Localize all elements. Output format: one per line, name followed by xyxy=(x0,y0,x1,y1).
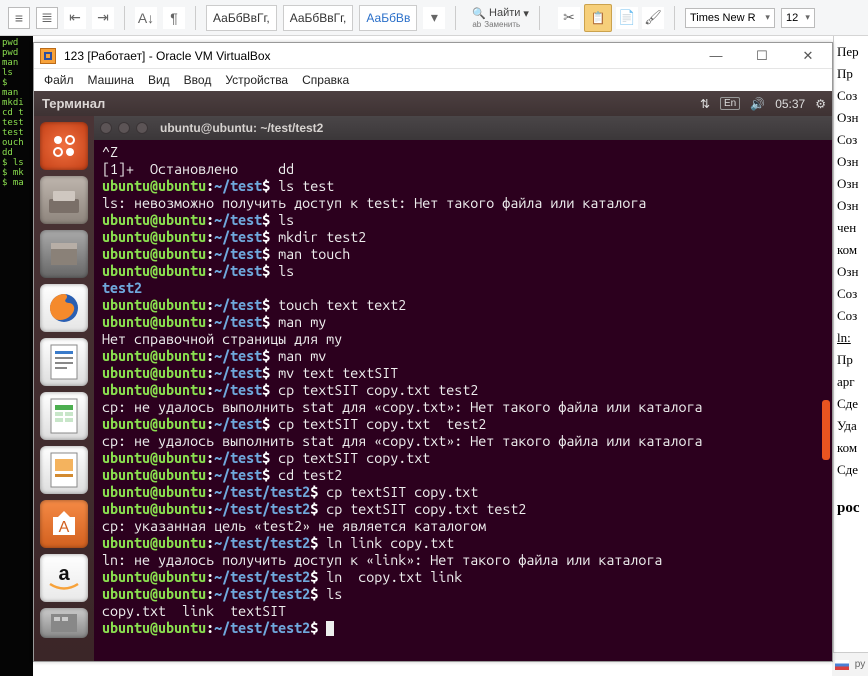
terminal-line: ubuntu@ubuntu:~/test/test2$ xyxy=(102,620,824,637)
terminal-line: ubuntu@ubuntu:~/test$ ls test xyxy=(102,178,824,195)
copy-button[interactable]: 📄 xyxy=(616,7,638,29)
ubuntu-software-icon[interactable]: A xyxy=(40,500,88,548)
archive-manager-icon[interactable] xyxy=(40,230,88,278)
background-terminal-sliver: pwdpwdmanls$manmkdicd ttesttestouch dd$ … xyxy=(0,36,33,676)
maximize-button[interactable]: ☐ xyxy=(748,46,776,66)
terminal-line: copy.txt link textSIT xyxy=(102,603,824,620)
flag-icon xyxy=(835,660,849,670)
menu-machine[interactable]: Машина xyxy=(88,73,134,87)
amazon-icon[interactable]: a xyxy=(40,554,88,602)
gnome-terminal-window: ubuntu@ubuntu: ~/test/test2 ^Z[1]+ Остан… xyxy=(94,116,832,661)
terminal-close-icon[interactable] xyxy=(100,122,112,134)
word-document-sliver: ПерПрСозОзнСозОзнОзнОзнченкомОзнСозСозln… xyxy=(833,36,868,652)
libreoffice-calc-icon[interactable] xyxy=(40,392,88,440)
virtualbox-window: 123 [Работает] - Oracle VM VirtualBox — … xyxy=(33,42,833,662)
paste-button[interactable]: 📋 xyxy=(584,4,612,32)
list-button[interactable]: ≡ xyxy=(8,7,30,29)
replace-icon: ab xyxy=(472,20,481,29)
terminal-line: ubuntu@ubuntu:~/test$ mkdir test2 xyxy=(102,229,824,246)
terminal-line: [1]+ Остановлено dd xyxy=(102,161,824,178)
keyboard-indicator[interactable]: En xyxy=(720,97,740,110)
terminal-line: ubuntu@ubuntu:~/test$ man mv xyxy=(102,348,824,365)
style-nospacing[interactable]: АаБбВвГг, xyxy=(283,5,354,31)
numbered-list-button[interactable]: ≣ xyxy=(36,7,58,29)
terminal-titlebar[interactable]: ubuntu@ubuntu: ~/test/test2 xyxy=(94,116,832,140)
terminal-line: ubuntu@ubuntu:~/test$ ls xyxy=(102,212,824,229)
terminal-line: ubuntu@ubuntu:~/test/test2$ ln copy.txt … xyxy=(102,569,824,586)
sound-indicator-icon[interactable]: 🔊 xyxy=(750,97,765,111)
terminal-line: ubuntu@ubuntu:~/test$ touch text text2 xyxy=(102,297,824,314)
terminal-line: test2 xyxy=(102,280,824,297)
terminal-line: ubuntu@ubuntu:~/test/test2$ ls xyxy=(102,586,824,603)
active-app-title: Терминал xyxy=(42,96,105,111)
terminal-line: ubuntu@ubuntu:~/test$ cd test2 xyxy=(102,467,824,484)
unity-launcher: A a xyxy=(34,116,94,661)
system-settings-icon[interactable] xyxy=(40,608,88,638)
terminal-line: ubuntu@ubuntu:~/test$ cp textSIT copy.tx… xyxy=(102,450,824,467)
terminal-line: ubuntu@ubuntu:~/test$ cp textSIT copy.tx… xyxy=(102,382,824,399)
word-ribbon: ≡ ≣ ⇤ ⇥ A↓ ¶ АаБбВвГг, АаБбВвГг, АаБбВв … xyxy=(0,0,868,36)
outdent-button[interactable]: ⇤ xyxy=(64,7,86,29)
terminal-output[interactable]: ^Z[1]+ Остановлено ddubuntu@ubuntu:~/tes… xyxy=(94,140,832,661)
terminal-line: cp: не удалось выполнить stat для «copy.… xyxy=(102,433,824,450)
menu-view[interactable]: Вид xyxy=(148,73,170,87)
settings-gear-icon[interactable]: ⚙ xyxy=(815,97,826,111)
terminal-line: Нет справочной страницы для my xyxy=(102,331,824,348)
virtualbox-icon xyxy=(40,48,56,64)
terminal-line: ubuntu@ubuntu:~/test/test2$ cp textSIT c… xyxy=(102,484,824,501)
paragraph-marks-button[interactable]: ¶ xyxy=(163,7,185,29)
font-size-combo[interactable]: 12▾ xyxy=(781,8,815,28)
terminal-line: ls: невозможно получить доступ к test: Н… xyxy=(102,195,824,212)
terminal-line: ubuntu@ubuntu:~/test/test2$ cp textSIT c… xyxy=(102,501,824,518)
terminal-minimize-icon[interactable] xyxy=(118,122,130,134)
sort-button[interactable]: A↓ xyxy=(135,7,157,29)
word-statusbar: ру xyxy=(832,652,868,676)
terminal-scrollbar-thumb[interactable] xyxy=(822,400,830,460)
cut-button[interactable]: ✂ xyxy=(558,7,580,29)
replace-button[interactable]: ab Заменить xyxy=(472,20,529,29)
libreoffice-writer-icon[interactable] xyxy=(40,338,88,386)
styles-dropdown-icon[interactable]: ▾ xyxy=(423,7,445,29)
terminal-line: cp: не удалось выполнить stat для «copy.… xyxy=(102,399,824,416)
style-normal[interactable]: АаБбВвГг, xyxy=(206,5,277,31)
terminal-line: cp: указанная цель «test2» не является к… xyxy=(102,518,824,535)
terminal-line: ubuntu@ubuntu:~/test$ cp textSIT copy.tx… xyxy=(102,416,824,433)
vbox-titlebar[interactable]: 123 [Работает] - Oracle VM VirtualBox — … xyxy=(34,43,832,69)
menu-file[interactable]: Файл xyxy=(44,73,74,87)
format-painter-button[interactable]: 🖌 xyxy=(642,7,664,29)
search-icon: 🔍 xyxy=(472,7,486,20)
minimize-button[interactable]: — xyxy=(702,46,730,66)
terminal-title: ubuntu@ubuntu: ~/test/test2 xyxy=(160,121,323,135)
style-heading[interactable]: АаБбВв xyxy=(359,5,417,31)
libreoffice-impress-icon[interactable] xyxy=(40,446,88,494)
clock[interactable]: 05:37 xyxy=(775,97,805,111)
svg-text:a: a xyxy=(58,563,70,585)
ubuntu-desktop: A a ubuntu@ubuntu: ~/test/test2 ^Z[1]+ О… xyxy=(34,116,832,661)
close-button[interactable]: ✕ xyxy=(794,46,822,66)
terminal-line: ubuntu@ubuntu:~/test$ man my xyxy=(102,314,824,331)
dash-home-icon[interactable] xyxy=(40,122,88,170)
terminal-line: ^Z xyxy=(102,144,824,161)
vbox-menubar: Файл Машина Вид Ввод Устройства Справка xyxy=(34,69,832,91)
svg-text:A: A xyxy=(59,519,70,536)
terminal-maximize-icon[interactable] xyxy=(136,122,148,134)
menu-help[interactable]: Справка xyxy=(302,73,349,87)
find-button[interactable]: 🔍 Найти ▾ xyxy=(472,7,529,20)
terminal-line: ubuntu@ubuntu:~/test$ ls xyxy=(102,263,824,280)
firefox-icon[interactable] xyxy=(40,284,88,332)
indent-button[interactable]: ⇥ xyxy=(92,7,114,29)
menu-input[interactable]: Ввод xyxy=(184,73,212,87)
terminal-line: ubuntu@ubuntu:~/test$ mv text textSIT xyxy=(102,365,824,382)
files-app-icon[interactable] xyxy=(40,176,88,224)
terminal-line: ubuntu@ubuntu:~/test$ man touch xyxy=(102,246,824,263)
menu-devices[interactable]: Устройства xyxy=(225,73,288,87)
network-indicator-icon[interactable]: ⇅ xyxy=(700,97,710,111)
ubuntu-top-panel: Терминал ⇅ En 🔊 05:37 ⚙ xyxy=(34,91,832,116)
font-family-combo[interactable]: Times New R▾ xyxy=(685,8,775,28)
terminal-line: ln: не удалось получить доступ к «link»:… xyxy=(102,552,824,569)
terminal-line: ubuntu@ubuntu:~/test/test2$ ln link copy… xyxy=(102,535,824,552)
vbox-title: 123 [Работает] - Oracle VM VirtualBox xyxy=(64,49,694,63)
